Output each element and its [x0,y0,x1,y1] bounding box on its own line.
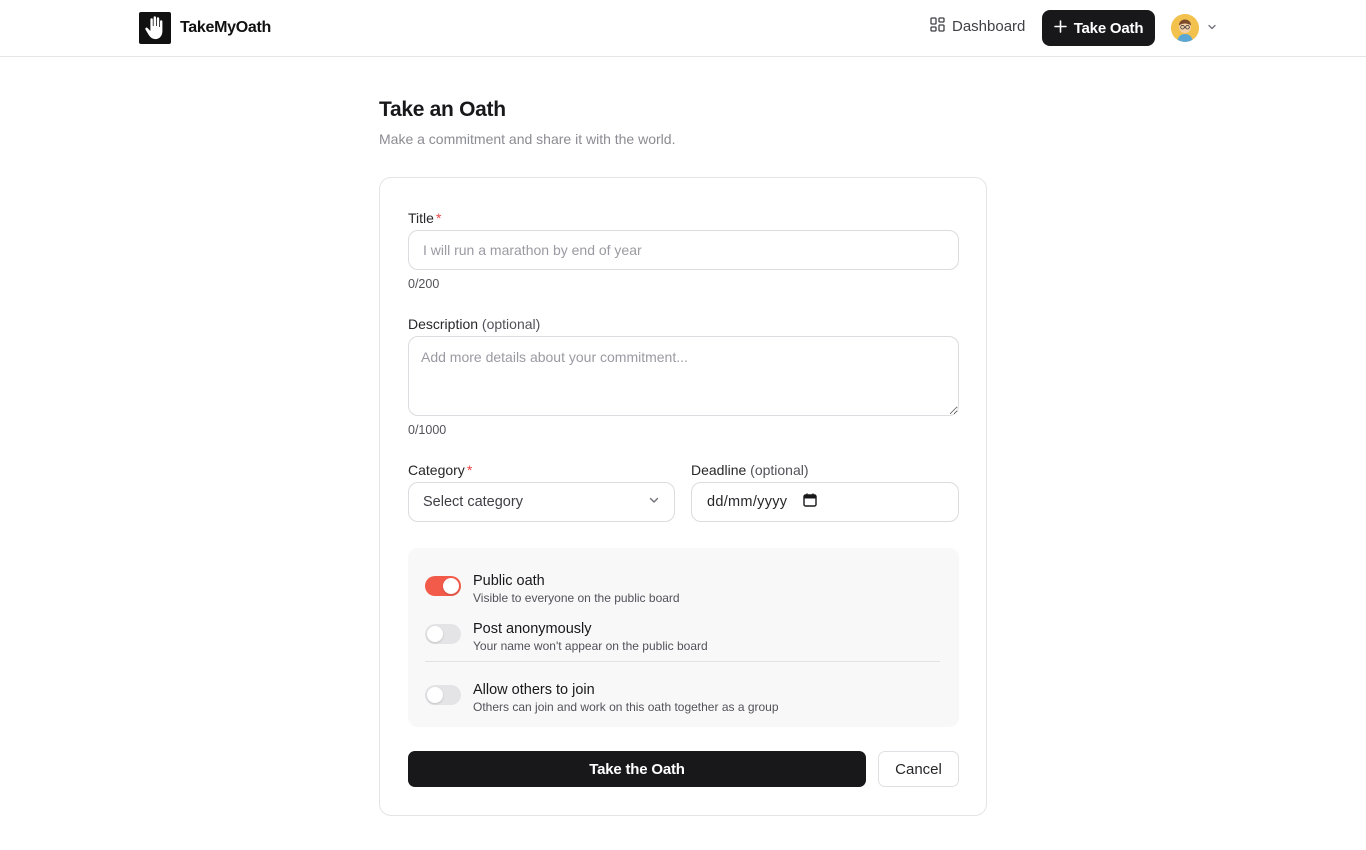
optional-marker: (optional) [481,316,541,332]
page-title: Take an Oath [379,98,506,121]
user-menu-trigger[interactable] [1171,14,1217,42]
allow-join-option: Allow others to join Others can join and… [425,681,779,715]
grid-icon [930,17,945,36]
deadline-label-text: Deadline [691,462,747,478]
category-field-label: Category * [408,462,472,478]
title-label-text: Title [408,210,434,226]
option-title: Allow others to join [473,682,595,698]
description-char-counter: 0/1000 [408,423,447,437]
options-divider [425,661,940,662]
public-oath-option: Public oath Visible to everyone on the p… [425,572,680,606]
plus-icon [1053,19,1067,37]
title-input[interactable] [408,230,959,270]
option-text: Allow others to join Others can join and… [473,681,779,715]
description-label-text: Description [408,316,479,332]
title-field-label: Title * [408,210,441,226]
nav-dashboard-label: Dashboard [952,18,1026,35]
nav-dashboard-link[interactable]: Dashboard [930,17,1025,36]
category-selected-value: Select category [423,494,523,510]
required-marker: * [435,210,442,226]
option-title: Public oath [473,573,545,589]
post-anonymously-option: Post anonymously Your name won't appear … [425,620,708,654]
option-description: Others can join and work on this oath to… [473,700,779,714]
public-oath-toggle[interactable] [425,576,461,596]
category-label-text: Category [408,462,465,478]
category-select[interactable]: Select category [408,482,675,522]
take-oath-nav-label: Take Oath [1073,19,1144,37]
brand-name: TakeMyOath [180,19,271,36]
brand-home-link[interactable]: TakeMyOath [139,12,271,44]
option-text: Public oath Visible to everyone on the p… [473,572,680,606]
toggle-knob [427,626,443,642]
toggle-knob [427,687,443,703]
post-anonymously-toggle[interactable] [425,624,461,644]
user-avatar [1171,14,1199,42]
chevron-down-icon [648,493,660,511]
oath-options-panel: Public oath Visible to everyone on the p… [408,548,959,727]
option-title: Post anonymously [473,621,592,637]
deadline-date-placeholder: dd/mm/yyyy [707,494,788,510]
required-marker: * [466,462,473,478]
take-oath-nav-button[interactable]: Take Oath [1042,10,1155,46]
deadline-date-input[interactable]: dd/mm/yyyy [691,482,959,522]
raised-hand-icon [139,12,171,44]
description-textarea[interactable] [408,336,959,416]
optional-marker: (optional) [750,462,809,478]
cancel-button[interactable]: Cancel [878,751,959,787]
allow-join-toggle[interactable] [425,685,461,705]
option-text: Post anonymously Your name won't appear … [473,620,708,654]
chevron-down-icon [1207,19,1217,37]
take-the-oath-button[interactable]: Take the Oath [408,751,866,787]
page-subtitle: Make a commitment and share it with the … [379,131,676,147]
toggle-knob [443,578,459,594]
oath-form-card: Title* 0/200 Description (optional) 0/10… [379,177,987,816]
description-field-label: Description (optional) [408,316,540,332]
title-char-counter: 0/200 [408,277,440,291]
deadline-field-label: Deadline (optional) [691,462,809,478]
option-description: Your name won't appear on the public boa… [473,639,708,653]
option-description: Visible to everyone on the public board [473,591,680,605]
calendar-icon[interactable] [803,493,818,512]
top-navigation-bar: TakeMyOath Dashboard Take Oath [0,0,1366,57]
